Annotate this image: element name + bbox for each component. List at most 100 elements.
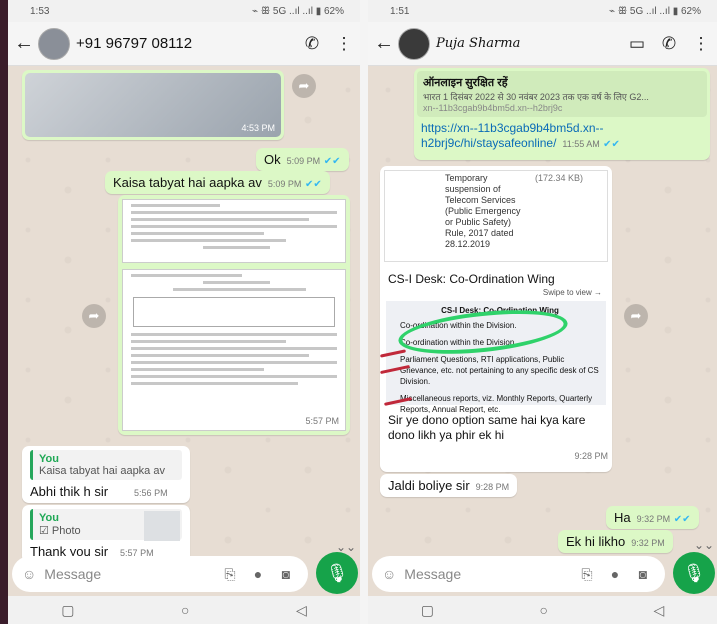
- message-text: Ok: [264, 152, 281, 167]
- link-preview[interactable]: ऑनलाइन सुरक्षित रहें भारत 1 दिसंबर 2022 …: [417, 71, 707, 117]
- image-message[interactable]: 4:53 PM: [22, 70, 284, 140]
- mic-button[interactable]: 🎙: [673, 552, 715, 594]
- reply-message[interactable]: You ☑ Photo Thank you sir 5:57 PM: [22, 505, 190, 563]
- status-bar: 1:51 ⌁ ꕥ 5G ..ıl ..ıl ▮ 62%: [368, 0, 717, 22]
- message-time: 4:53 PM: [241, 123, 275, 133]
- forward-icon[interactable]: ➦: [82, 304, 106, 328]
- right-chat-screen: 1:51 ⌁ ꕥ 5G ..ıl ..ıl ▮ 62% ← Puja Sharm…: [368, 0, 717, 624]
- message-bubble[interactable]: Ha 9:32 PM ✔✔: [606, 506, 699, 529]
- message-composer[interactable]: ☺ Message ⎘ ● ◙: [12, 556, 308, 592]
- document-text: Temporary suspension of Telecom Services…: [445, 173, 521, 249]
- message-text: Ek hi likho: [566, 534, 626, 549]
- payment-icon[interactable]: ●: [246, 566, 270, 582]
- system-nav-bar: ▢ ○ ◁: [8, 596, 360, 624]
- document-page: 5:57 PM: [122, 269, 346, 431]
- left-chat-screen: 1:53 ⌁ ꕥ 5G ..ıl ..ıl ▮ 62% ← +91 96797 …: [8, 0, 360, 624]
- attach-icon[interactable]: ⎘: [575, 566, 599, 583]
- quote-author: You: [39, 453, 59, 465]
- status-time: 1:53: [30, 6, 50, 17]
- home-icon[interactable]: ○: [181, 602, 189, 618]
- message-text: Abhi thik h sir: [30, 484, 109, 499]
- camera-icon[interactable]: ◙: [631, 566, 655, 582]
- message-bubble[interactable]: Jaldi boliye sir 9:28 PM: [380, 474, 518, 497]
- avatar[interactable]: [398, 27, 430, 60]
- camera-icon[interactable]: ◙: [274, 566, 298, 582]
- double-tick-icon: ✔✔: [673, 514, 691, 525]
- voice-call-icon[interactable]: ✆: [653, 34, 685, 54]
- document-heading: CS-I Desk: Co-Ordination Wing: [388, 272, 555, 286]
- more-options-icon[interactable]: ⋮: [328, 34, 360, 54]
- quoted-message[interactable]: You ☑ Photo: [30, 509, 182, 541]
- document-size: (172.34 KB): [535, 173, 584, 183]
- back-nav-icon[interactable]: ◁: [653, 602, 664, 619]
- message-bubble[interactable]: Ok 5:09 PM ✔✔: [256, 148, 349, 171]
- reply-message[interactable]: You Kaisa tabyat hai aapka av Abhi thik …: [22, 446, 190, 503]
- document-page: [122, 199, 346, 263]
- recents-icon[interactable]: ▢: [421, 602, 434, 619]
- preview-description: भारत 1 दिसंबर 2022 से 30 नवंबर 2023 तक ए…: [423, 92, 649, 102]
- scroll-down-icon[interactable]: ⌄⌄: [694, 538, 714, 552]
- back-nav-icon[interactable]: ◁: [296, 602, 307, 619]
- preview-title: ऑनलाइन सुरक्षित रहें: [423, 77, 508, 89]
- status-icons: ⌁ ꕥ 5G ..ıl ..ıl ▮ 62%: [609, 6, 701, 17]
- message-bubble[interactable]: Ek hi likho 9:32 PM: [558, 530, 673, 553]
- attach-icon[interactable]: ⎘: [218, 566, 242, 583]
- video-call-icon[interactable]: ▭: [621, 34, 653, 54]
- message-input[interactable]: Message: [404, 566, 571, 582]
- back-arrow-icon[interactable]: ←: [12, 32, 36, 55]
- message-time: 11:55 AM: [562, 139, 600, 149]
- more-options-icon[interactable]: ⋮: [685, 34, 717, 54]
- emoji-icon[interactable]: ☺: [382, 566, 396, 582]
- divider: [360, 0, 368, 624]
- message-composer[interactable]: ☺ Message ⎘ ● ◙: [372, 556, 665, 592]
- message-text: Sir ye dono option same hai kya kare don…: [388, 413, 586, 442]
- recents-icon[interactable]: ▢: [61, 602, 74, 619]
- message-time: 5:09 PM: [267, 179, 302, 189]
- message-text: Ha: [614, 510, 631, 525]
- message-time: 9:32 PM: [636, 514, 671, 524]
- message-time: 9:28 PM: [574, 451, 608, 461]
- message-text: Kaisa tabyat hai aapka av: [113, 175, 262, 190]
- mic-button[interactable]: 🎙: [316, 552, 358, 594]
- status-icons: ⌁ ꕥ 5G ..ıl ..ıl ▮ 62%: [252, 6, 344, 17]
- document-image-message[interactable]: 5:57 PM: [118, 195, 350, 435]
- status-time: 1:51: [390, 6, 410, 17]
- chat-header: ← Puja Sharma ▭ ✆ ⋮: [368, 22, 717, 66]
- contact-name[interactable]: +91 96797 08112: [76, 35, 296, 52]
- message-text: Jaldi boliye sir: [388, 478, 470, 493]
- home-icon[interactable]: ○: [539, 602, 547, 618]
- left-edge: [0, 0, 8, 624]
- photo-thumbnail: [144, 511, 180, 541]
- quoted-message[interactable]: You Kaisa tabyat hai aapka av: [30, 450, 182, 480]
- document-table: Temporary suspension of Telecom Services…: [384, 170, 608, 262]
- emoji-icon[interactable]: ☺: [22, 566, 36, 582]
- back-arrow-icon[interactable]: ←: [372, 32, 396, 55]
- system-nav-bar: ▢ ○ ◁: [368, 596, 717, 624]
- message-input[interactable]: Message: [44, 566, 214, 582]
- contact-name[interactable]: Puja Sharma: [436, 36, 621, 51]
- forward-icon[interactable]: ➦: [292, 74, 316, 98]
- card-bullet: Miscellaneous reports, viz. Monthly Repo…: [400, 394, 593, 414]
- double-tick-icon: ✔✔: [305, 179, 322, 190]
- preview-domain: xn--11b3cgab9b4bm5d.xn--h2brj9c: [423, 103, 563, 113]
- photo-thumbnail: 4:53 PM: [25, 73, 281, 137]
- link-message[interactable]: ऑनलाइन सुरक्षित रहें भारत 1 दिसंबर 2022 …: [414, 68, 710, 160]
- quote-text: ☑ Photo: [39, 525, 81, 537]
- message-time: 9:28 PM: [475, 482, 510, 492]
- add-call-icon[interactable]: ✆: [296, 34, 328, 54]
- message-bubble[interactable]: Kaisa tabyat hai aapka av 5:09 PM ✔✔: [105, 171, 330, 194]
- message-time: 5:09 PM: [286, 156, 321, 166]
- avatar[interactable]: [38, 27, 70, 60]
- swipe-hint: Swipe to view →: [542, 288, 602, 297]
- double-tick-icon: ✔✔: [603, 139, 620, 150]
- message-time: 5:56 PM: [134, 488, 168, 498]
- forward-icon[interactable]: ➦: [624, 304, 648, 328]
- double-tick-icon: ✔✔: [323, 156, 341, 167]
- message-time: 5:57 PM: [305, 416, 339, 426]
- quote-text: Kaisa tabyat hai aapka av: [39, 465, 165, 477]
- status-bar: 1:53 ⌁ ꕥ 5G ..ıl ..ıl ▮ 62%: [8, 0, 360, 22]
- card-bullet: Parliament Questions, RTI applications, …: [400, 355, 599, 386]
- quote-author: You: [39, 512, 59, 524]
- payment-icon[interactable]: ●: [603, 566, 627, 582]
- message-time: 9:32 PM: [631, 538, 665, 548]
